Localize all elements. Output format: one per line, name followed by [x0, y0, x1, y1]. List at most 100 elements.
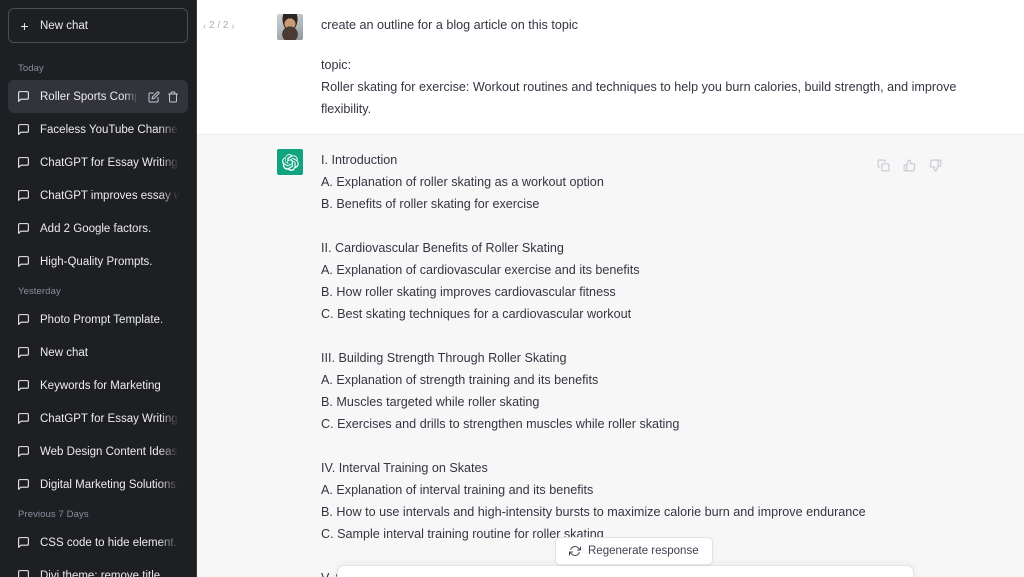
- message-composer[interactable]: [337, 565, 914, 577]
- chat-item-chatgpt-improves-essay[interactable]: ChatGPT improves essay writi: [8, 179, 188, 212]
- chat-item-title: Photo Prompt Template.: [40, 313, 164, 326]
- pager-counter: 2 / 2: [209, 20, 229, 31]
- chatgpt-logo-icon: [277, 149, 303, 175]
- message-input[interactable]: [338, 566, 913, 577]
- chat-bubble-icon: [18, 157, 29, 168]
- chat-item-title: ChatGPT for Essay Writing: [40, 156, 178, 169]
- copy-icon[interactable]: [877, 159, 890, 172]
- chat-bubble-icon: [18, 314, 29, 325]
- chat-bubble-icon: [18, 380, 29, 391]
- edit-icon[interactable]: [148, 90, 160, 103]
- new-chat-label: New chat: [40, 19, 88, 32]
- chat-item-title: High-Quality Prompts.: [40, 255, 153, 268]
- assistant-message-inner: I. Introduction A. Explanation of roller …: [197, 149, 1024, 577]
- assistant-outline-line: II. Cardiovascular Benefits of Roller Sk…: [321, 241, 564, 255]
- new-chat-button[interactable]: + New chat: [8, 8, 188, 43]
- chat-bubble-icon: [18, 479, 29, 490]
- assistant-outline-line: A. Explanation of interval training and …: [321, 483, 594, 497]
- assistant-outline-line: A. Explanation of roller skating as a wo…: [321, 175, 604, 189]
- assistant-outline-line: B. How to use intervals and high-intensi…: [321, 505, 866, 519]
- chat-item-title: Digital Marketing Solutions.: [40, 478, 179, 491]
- assistant-outline-line: A. Explanation of strength training and …: [321, 373, 599, 387]
- assistant-message-text: I. Introduction A. Explanation of roller …: [321, 149, 964, 577]
- sidebar: + New chat Today Roller Sports Comparis …: [0, 0, 197, 577]
- user-avatar: [277, 14, 303, 40]
- chat-item-title: New chat: [40, 346, 88, 359]
- message-action-icons: [877, 159, 942, 172]
- chat-item-photo-prompt-template[interactable]: Photo Prompt Template.: [8, 303, 188, 336]
- chat-item-actions: [148, 90, 179, 103]
- chat-item-divi-theme-remove-title[interactable]: Divi theme: remove title: [8, 559, 188, 577]
- chatgpt-app: + New chat Today Roller Sports Comparis …: [0, 0, 1024, 577]
- user-message-text: create an outline for a blog article on …: [321, 14, 964, 120]
- user-message-inner: ‹ 2 / 2 › create an outline for a blog a…: [197, 14, 1024, 120]
- chat-item-web-design-content-ideas[interactable]: Web Design Content Ideas.: [8, 435, 188, 468]
- refresh-icon: [569, 546, 581, 556]
- user-message-line-2: topic:: [321, 58, 352, 72]
- thumbs-up-icon[interactable]: [903, 159, 916, 172]
- chat-bubble-icon: [18, 537, 29, 548]
- chat-item-chatgpt-essay-writing-2[interactable]: ChatGPT for Essay Writing.: [8, 402, 188, 435]
- chat-bubble-icon: [18, 413, 29, 424]
- assistant-outline-line: A. Explanation of cardiovascular exercis…: [321, 263, 640, 277]
- assistant-message-row: I. Introduction A. Explanation of roller …: [197, 134, 1024, 577]
- chat-item-new-chat[interactable]: New chat: [8, 336, 188, 369]
- chat-item-chatgpt-essay-writing[interactable]: ChatGPT for Essay Writing: [8, 146, 188, 179]
- chat-item-title: Divi theme: remove title: [40, 569, 161, 577]
- delete-icon[interactable]: [167, 91, 179, 103]
- chat-item-title: Faceless YouTube Channel Nic: [40, 123, 179, 136]
- pager-prev-button[interactable]: ‹: [203, 21, 206, 31]
- section-label-previous-7-days: Previous 7 Days: [18, 509, 89, 520]
- regenerate-response-button[interactable]: Regenerate response: [555, 537, 713, 565]
- message-pager: ‹ 2 / 2 ›: [203, 20, 234, 31]
- plus-icon: +: [20, 17, 29, 34]
- chat-item-css-code-hide-element[interactable]: CSS code to hide element.: [8, 526, 188, 559]
- assistant-outline-line: C. Best skating techniques for a cardiov…: [321, 307, 632, 321]
- thumbs-down-icon[interactable]: [929, 159, 942, 172]
- chat-item-title: ChatGPT improves essay writi: [40, 189, 179, 202]
- assistant-outline-line: IV. Interval Training on Skates: [321, 461, 488, 475]
- chat-item-high-quality-prompts[interactable]: High-Quality Prompts.: [8, 245, 188, 278]
- user-message-row: ‹ 2 / 2 › create an outline for a blog a…: [197, 0, 1024, 134]
- chat-bubble-icon: [18, 124, 29, 135]
- user-message-line-3: Roller skating for exercise: Workout rou…: [321, 80, 957, 116]
- pager-next-button[interactable]: ›: [231, 21, 234, 31]
- chat-item-title: ChatGPT for Essay Writing.: [40, 412, 179, 425]
- chat-bubble-icon: [18, 446, 29, 457]
- chat-item-title: Web Design Content Ideas.: [40, 445, 179, 458]
- assistant-outline-line: I. Introduction: [321, 153, 398, 167]
- chat-history-list[interactable]: Today Roller Sports Comparis Faceless Yo…: [8, 55, 188, 577]
- chat-bubble-icon: [18, 570, 29, 577]
- assistant-message-body: I. Introduction A. Explanation of roller …: [321, 149, 964, 577]
- chat-bubble-icon: [18, 190, 29, 201]
- conversation-panel: ‹ 2 / 2 › create an outline for a blog a…: [197, 0, 1024, 577]
- chat-bubble-icon: [18, 256, 29, 267]
- section-label-yesterday: Yesterday: [18, 286, 61, 297]
- assistant-outline-line: B. How roller skating improves cardiovas…: [321, 285, 616, 299]
- chat-bubble-icon: [18, 223, 29, 234]
- regenerate-response-label: Regenerate response: [588, 545, 699, 557]
- user-message-body: create an outline for a blog article on …: [321, 14, 964, 120]
- assistant-outline-line: III. Building Strength Through Roller Sk…: [321, 351, 567, 365]
- chat-item-title: Add 2 Google factors.: [40, 222, 152, 235]
- chat-item-add-2-google-factors[interactable]: Add 2 Google factors.: [8, 212, 188, 245]
- chat-item-faceless-youtube[interactable]: Faceless YouTube Channel Nic: [8, 113, 188, 146]
- chat-item-digital-marketing-solutions[interactable]: Digital Marketing Solutions.: [8, 468, 188, 501]
- assistant-outline-line: B. Benefits of roller skating for exerci…: [321, 197, 540, 211]
- openai-glyph-icon: [281, 153, 299, 171]
- chat-bubble-icon: [18, 347, 29, 358]
- assistant-outline-line: B. Muscles targeted while roller skating: [321, 395, 540, 409]
- chat-item-roller-sports[interactable]: Roller Sports Comparis: [8, 80, 188, 113]
- chat-item-title: CSS code to hide element.: [40, 536, 177, 549]
- assistant-outline-line: C. Exercises and drills to strengthen mu…: [321, 417, 680, 431]
- section-label-today: Today: [18, 63, 44, 74]
- chat-item-keywords-for-marketing[interactable]: Keywords for Marketing: [8, 369, 188, 402]
- user-message-line-1: create an outline for a blog article on …: [321, 18, 578, 32]
- chat-bubble-icon: [18, 91, 29, 102]
- chat-item-title: Keywords for Marketing: [40, 379, 161, 392]
- chat-item-title: Roller Sports Comparis: [40, 90, 138, 103]
